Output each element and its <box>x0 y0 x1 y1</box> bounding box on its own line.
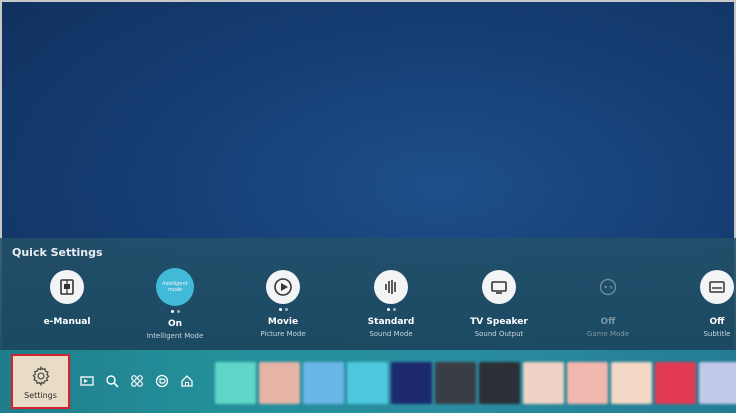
quick-setting-label: Picture Mode <box>260 330 306 338</box>
home-icon[interactable] <box>178 372 196 390</box>
app-tile[interactable] <box>259 362 300 404</box>
quick-setting-label: Sound Output <box>474 330 524 338</box>
gamepad-icon <box>591 270 625 304</box>
quick-setting-game-mode[interactable]: Off Game Mode <box>563 270 653 338</box>
nav-icons <box>78 372 196 390</box>
quick-setting-picture-mode[interactable]: Movie Picture Mode <box>238 270 328 338</box>
mode-dots <box>130 310 220 318</box>
app-tile[interactable] <box>391 362 432 404</box>
quick-setting-label: Subtitle <box>703 330 731 338</box>
source-icon[interactable] <box>78 372 96 390</box>
quick-setting-value: Movie <box>267 317 299 327</box>
quick-setting-sound-mode[interactable]: Standard Sound Mode <box>346 270 436 338</box>
subtitle-icon <box>700 270 734 304</box>
quick-setting-value: e-Manual <box>43 317 91 327</box>
app-row <box>215 362 736 404</box>
book-icon <box>50 270 84 304</box>
app-tile[interactable] <box>655 362 696 404</box>
quick-setting-intelligent-mode[interactable]: Intelligent mode On Intelligent Mode <box>130 268 220 340</box>
play-icon <box>266 270 300 304</box>
sound-wave-icon <box>374 270 408 304</box>
intelligent-mode-icon: Intelligent mode <box>156 268 194 306</box>
app-tile[interactable] <box>479 362 520 404</box>
quick-setting-value: On <box>167 319 183 329</box>
tv-icon <box>482 270 516 304</box>
app-tile[interactable] <box>699 362 736 404</box>
quick-setting-value: TV Speaker <box>470 317 528 327</box>
quick-setting-sound-output[interactable]: TV Speaker Sound Output <box>454 270 544 338</box>
quick-setting-value: Off <box>600 317 616 327</box>
app-tile[interactable] <box>347 362 388 404</box>
app-tile[interactable] <box>523 362 564 404</box>
quick-setting-label: Game Mode <box>586 330 630 338</box>
intelligent-mode-icon-text: Intelligent mode <box>162 281 188 293</box>
app-tile[interactable] <box>567 362 608 404</box>
search-icon[interactable] <box>103 372 121 390</box>
ambient-icon[interactable] <box>153 372 171 390</box>
quick-setting-value: Standard <box>367 317 415 327</box>
quick-setting-value: Off <box>709 317 725 327</box>
quick-settings-title: Quick Settings <box>12 246 103 259</box>
settings-label: Settings <box>24 391 57 400</box>
apps-grid-icon[interactable] <box>128 372 146 390</box>
mode-dots <box>238 308 328 316</box>
mode-dots <box>346 308 436 316</box>
app-tile[interactable] <box>215 362 256 404</box>
settings-button[interactable]: Settings <box>11 354 70 409</box>
app-tile[interactable] <box>303 362 344 404</box>
quick-setting-label: Sound Mode <box>369 330 413 338</box>
quick-setting-label: Intelligent Mode <box>146 332 204 340</box>
gear-icon <box>30 365 52 387</box>
app-tile[interactable] <box>435 362 476 404</box>
quick-settings-panel: Quick Settings e-Manual Intelligent mode… <box>0 238 736 350</box>
quick-setting-subtitle[interactable]: Off Subtitle <box>672 270 736 338</box>
quick-setting-e-manual[interactable]: e-Manual <box>22 270 112 330</box>
app-tile[interactable] <box>611 362 652 404</box>
